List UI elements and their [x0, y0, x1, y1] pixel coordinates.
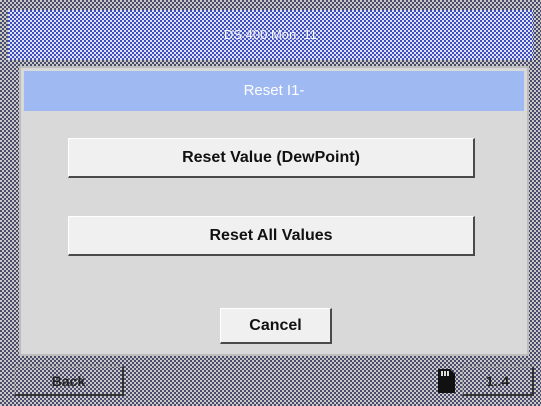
bottom-bar: Back 1..4 [0, 360, 541, 406]
dialog-title: Reset I1- [24, 71, 524, 111]
back-button[interactable]: Back [14, 366, 124, 396]
reset-dialog: Reset I1- Reset Value (DewPoint) Reset A… [21, 68, 527, 354]
cancel-button[interactable]: Cancel [220, 308, 332, 344]
device-screen: DS 400 Mon. 11 Reset I1- Reset Value (De… [0, 0, 541, 406]
window-title: DS 400 Mon. 11 [224, 27, 317, 42]
reset-value-button[interactable]: Reset Value (DewPoint) [68, 138, 475, 178]
page-indicator-button[interactable]: 1..4 [462, 366, 534, 396]
window-title-bar: DS 400 Mon. 11 [8, 10, 533, 60]
reset-all-values-button[interactable]: Reset All Values [68, 216, 475, 256]
sd-card-icon [438, 369, 455, 393]
